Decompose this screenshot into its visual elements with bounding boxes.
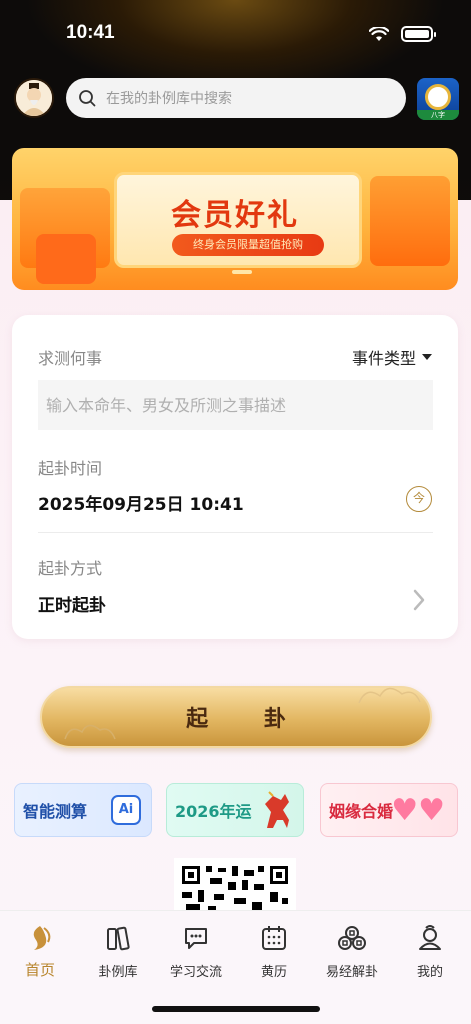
tab-study[interactable]: 学习交流 <box>160 923 232 980</box>
chevron-right-icon[interactable] <box>412 589 426 611</box>
ai-reading-label: 智能测算 <box>23 802 88 821</box>
status-icons <box>369 26 436 42</box>
chat-bubble-icon <box>185 928 207 949</box>
marriage-match-label: 姻缘合婚 <box>329 802 394 821</box>
coins-icon <box>338 926 366 950</box>
banner-page-indicator <box>232 270 252 274</box>
tab-home[interactable]: 首页 <box>4 923 76 980</box>
tab-yijing[interactable]: 易经解卦 <box>316 923 388 980</box>
tab-case-library[interactable]: 卦例库 <box>82 923 154 980</box>
banner-subtitle: 终身会员限量超值抢购 <box>172 234 324 256</box>
tab-profile[interactable]: 我的 <box>394 923 466 980</box>
calendar-icon <box>262 926 286 950</box>
sage-avatar-icon <box>16 80 52 116</box>
tab-home-label: 首页 <box>24 961 55 979</box>
qr-code-icon[interactable] <box>174 858 296 914</box>
vip-banner[interactable]: 会员好礼 终身会员限量超值抢购 <box>12 148 458 290</box>
yin-yang-fish-icon <box>33 926 51 950</box>
banner-title: 会员好礼 <box>171 198 299 233</box>
tab-almanac[interactable]: 黄历 <box>238 923 310 980</box>
status-time: 10:41 <box>66 22 115 43</box>
red-envelope <box>36 234 96 284</box>
home-indicator <box>152 1006 320 1012</box>
books-icon <box>107 926 130 951</box>
tab-study-label: 学习交流 <box>169 965 222 980</box>
divination-form: 求测何事 事件类型 起卦时间 2025年09月25日 10:41 今 起卦方式 … <box>12 315 458 639</box>
app-icon-caption: 八字 <box>417 110 459 120</box>
event-type-select[interactable]: 事件类型 <box>352 345 432 369</box>
time-value[interactable]: 2025年09月25日 10:41 <box>38 490 244 515</box>
horse-icon <box>265 791 289 828</box>
question-label: 求测何事 <box>38 349 103 368</box>
year-fortune-label: 2026年运 <box>175 802 252 821</box>
hearts-icon: ♥♥ <box>391 793 445 828</box>
avatar[interactable] <box>14 78 54 118</box>
year-fortune-link[interactable]: 2026年运 <box>166 783 304 837</box>
now-button[interactable]: 今 <box>406 486 432 512</box>
divider <box>38 532 433 533</box>
description-input[interactable] <box>38 380 433 430</box>
event-type-label: 事件类型 <box>351 349 416 368</box>
clock-icon <box>425 84 451 110</box>
cloud-ornament-icon <box>358 687 421 704</box>
profile-icon <box>419 925 441 950</box>
tab-profile-label: 我的 <box>416 965 443 980</box>
tab-case-library-label: 卦例库 <box>98 965 138 980</box>
tab-almanac-label: 黄历 <box>260 965 287 980</box>
ai-reading-link[interactable]: 智能测算 Ai <box>14 783 152 837</box>
wifi-icon <box>369 26 389 41</box>
search-icon <box>79 90 96 107</box>
caret-down-icon <box>422 354 432 360</box>
start-divination-button[interactable]: 起 卦 <box>40 686 432 748</box>
search-placeholder: 在我的卦例库中搜索 <box>106 91 232 107</box>
cloud-ornament-icon <box>64 724 116 740</box>
ai-icon: Ai <box>111 795 141 825</box>
method-value[interactable]: 正时起卦 <box>38 591 106 616</box>
method-label: 起卦方式 <box>38 559 103 578</box>
battery-icon <box>401 26 436 42</box>
time-label: 起卦时间 <box>38 459 103 478</box>
status-bar: 10:41 <box>0 0 471 70</box>
marriage-match-link[interactable]: 姻缘合婚 ♥♥ <box>320 783 458 837</box>
tab-yijing-label: 易经解卦 <box>325 965 378 980</box>
start-divination-label: 起 卦 <box>186 707 310 732</box>
bazi-app-icon[interactable]: 八字 <box>417 78 459 120</box>
search-box[interactable]: 在我的卦例库中搜索 <box>66 78 406 118</box>
